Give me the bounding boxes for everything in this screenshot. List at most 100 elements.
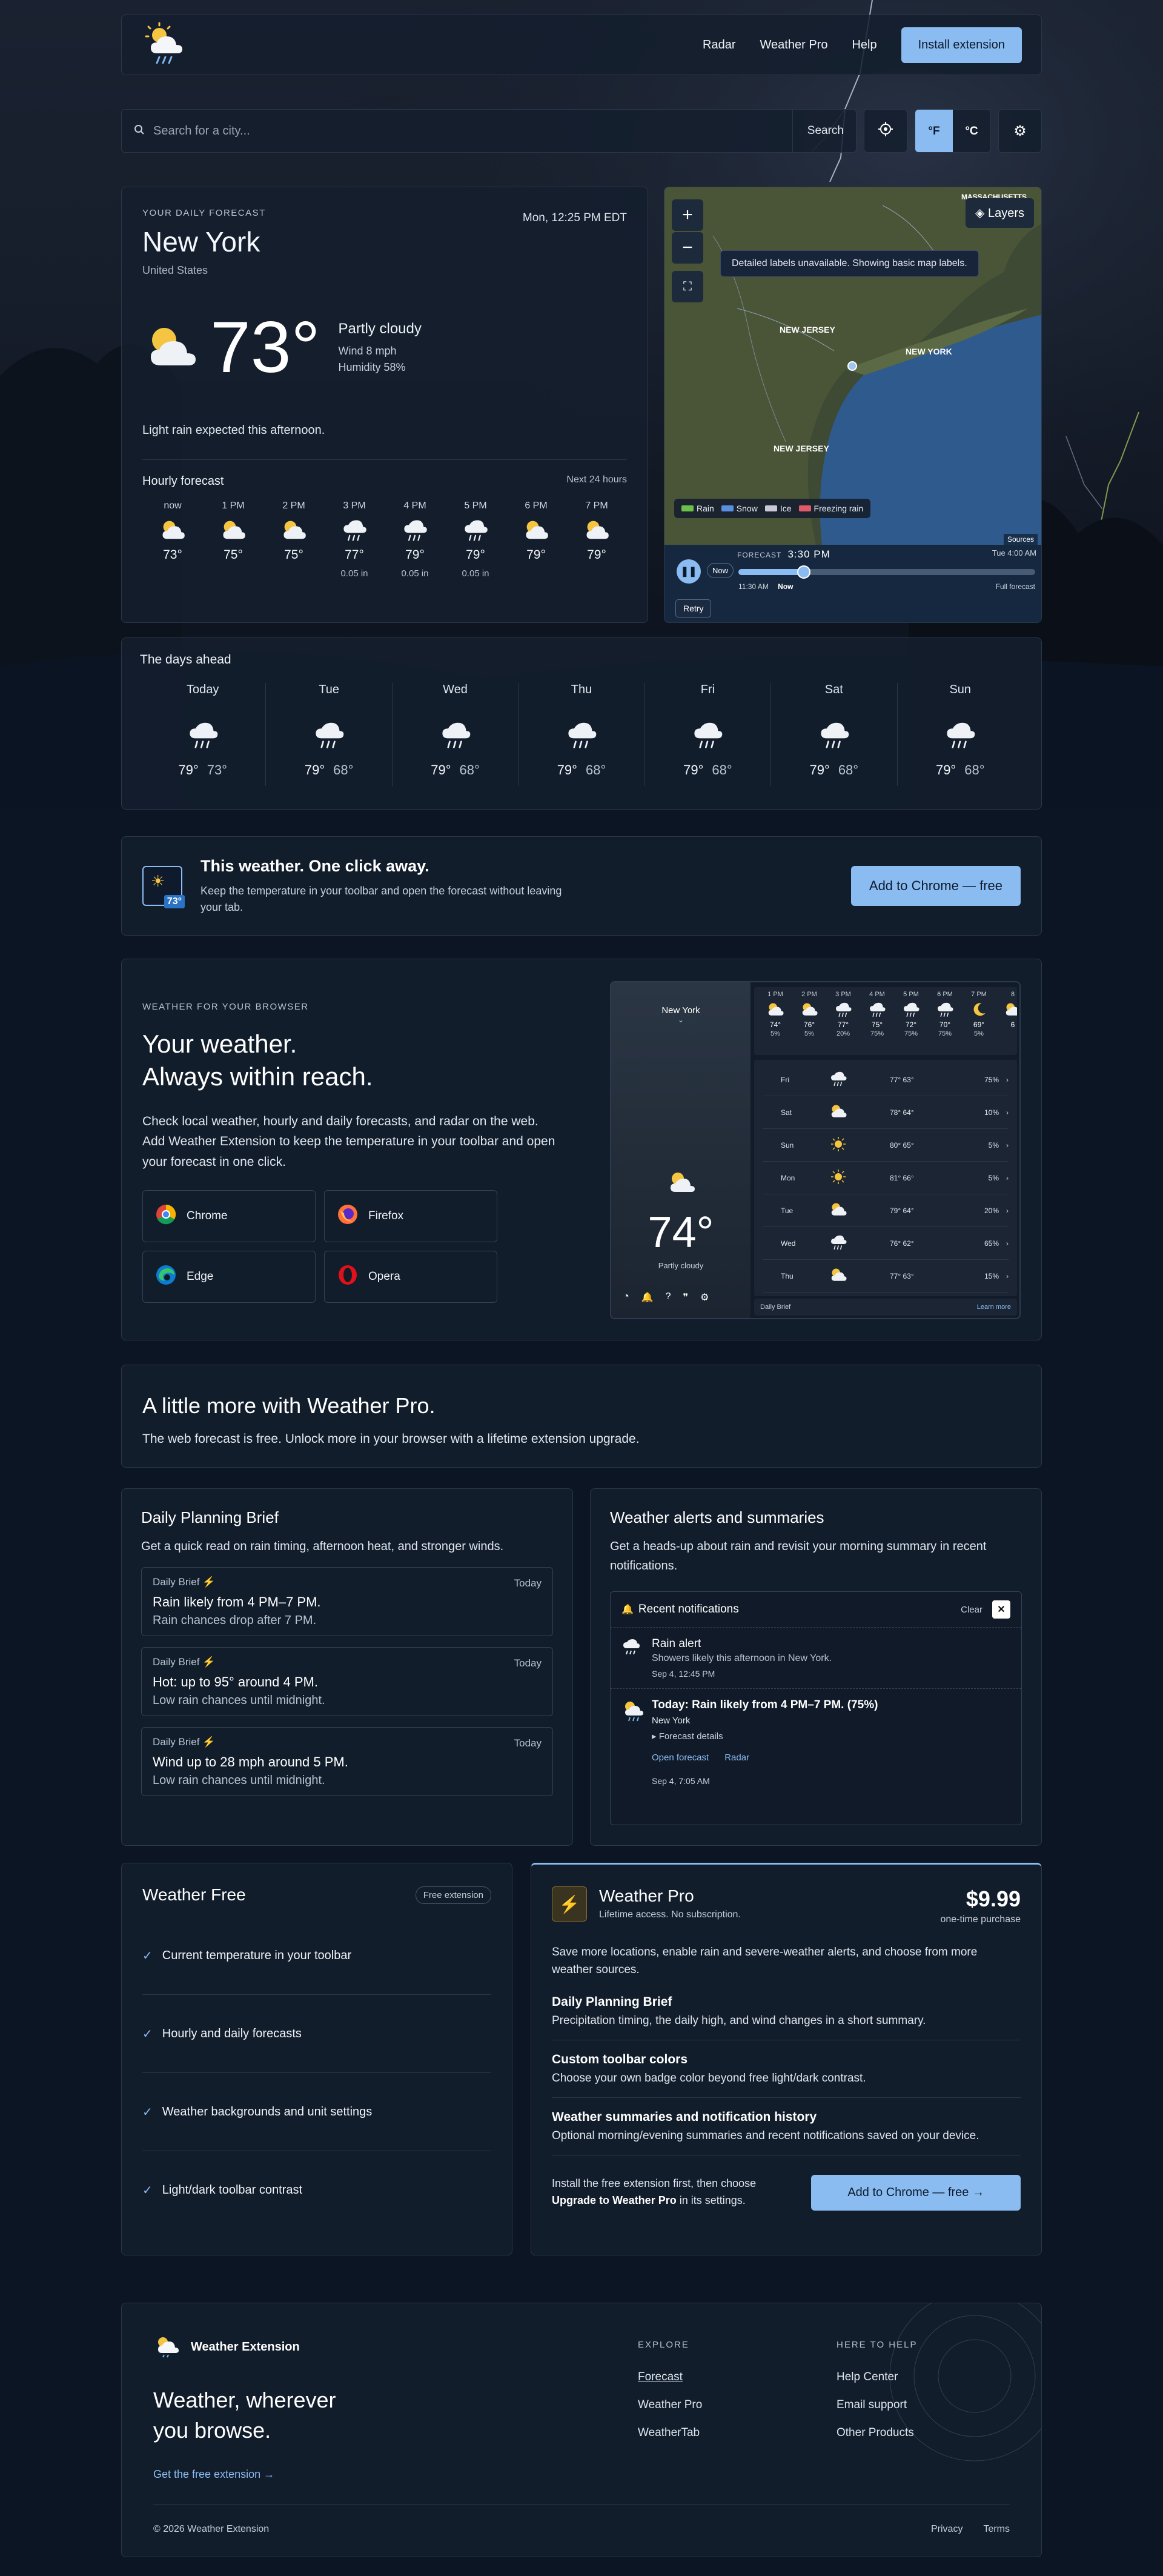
radar-link[interactable]: Radar [724,1752,749,1763]
full-forecast-link[interactable]: Full forecast [996,582,1035,591]
day-name: Wed [443,683,468,696]
preview-hour-precip: 5% [804,1030,814,1037]
locate-me-button[interactable] [864,109,907,153]
legend-label: Rain [697,504,714,513]
notification-rain-alert[interactable]: Rain alert Showers likely this afternoon… [611,1628,1021,1689]
check-icon: ✓ [142,2105,153,2119]
day-item[interactable]: Tue 79° 68° [266,683,393,786]
preview-day-name: Sat [781,1108,792,1117]
footer-link-help-center[interactable]: Help Center [837,2371,917,2384]
day-item[interactable]: Today 79° 73° [140,683,267,786]
day-item[interactable]: Wed 79° 68° [393,683,519,786]
wind-text: Wind 8 mph [338,345,397,357]
day-item[interactable]: Fri 79° 68° [645,683,772,786]
fullscreen-button[interactable]: ⛶ [672,271,703,302]
day-item[interactable]: Sat 79° 68° [771,683,898,786]
day-temps: 79° 68° [771,762,896,778]
preview-day[interactable]: Fri 77° 63° 75% › [763,1063,1009,1096]
preview-day[interactable]: Sun 80° 65° 5% › [763,1129,1009,1162]
pro-add-to-chrome-button[interactable]: Add to Chrome — free → [811,2174,1021,2211]
preview-day-temps: 80° 65° [890,1140,914,1150]
timeline-handle[interactable] [797,565,810,579]
current-temperature: 73° [210,307,320,388]
install-note-part-1: Install the free extension first, then c… [552,2177,757,2190]
preview-hour-temp: 72° [905,1020,917,1029]
footer-link-other-products[interactable]: Other Products [837,2426,917,2440]
settings-button[interactable]: ⚙ [998,109,1042,153]
unit-fahrenheit-button[interactable]: °F [915,110,953,152]
pause-button[interactable]: ❚❚ [677,559,701,584]
layers-button[interactable]: ◈ Layers [966,198,1034,228]
zoom-out-button[interactable]: − [672,232,703,264]
legend-item: Rain [681,504,714,513]
now-button[interactable]: Now [707,563,734,578]
legend-label: Freezing rain [813,504,864,513]
preview-day-precip: 5% [988,1173,999,1182]
legend-label: Snow [736,504,758,513]
alerts-card: Weather alerts and summaries Get a heads… [590,1488,1042,1846]
nav-radar[interactable]: Radar [703,38,735,52]
brief-tag-label: Daily Brief [153,1736,200,1748]
preview-hour-temp: 76° [803,1020,815,1029]
footer-link-forecast[interactable]: Forecast [638,2371,702,2384]
pro-price: $9.99 one-time purchase [940,1886,1021,1925]
preview-day-precip: 75% [984,1075,999,1084]
search-button[interactable]: Search [792,110,844,152]
preview-day[interactable]: Thu 77° 63° 15% › [763,1260,1009,1293]
chevron-right-icon: › [1006,1108,1009,1117]
preview-hour-temp: 70° [939,1020,951,1029]
radar-timeline: ❚❚ Now FORECAST 3:30 PM Tue 4:00 AM 11:3… [664,545,1041,622]
preview-left-pane: New York ⌄ 74° Partly cloudy ◔ 🔔? ❞ ⚙ [611,982,750,1318]
install-extension-button[interactable]: Install extension [901,27,1022,63]
clear-button[interactable]: Clear [961,1605,982,1615]
alerts-desc: Get a heads-up about rain and revisit yo… [610,1540,987,1573]
planning-brief-card: Daily Planning Brief Get a quick read on… [121,1488,573,1846]
preview-day-name: Fri [781,1075,789,1084]
extension-preview: New York ⌄ 74° Partly cloudy ◔ 🔔? ❞ ⚙ 1 PM 7… [610,981,1021,1319]
notification-daily-summary[interactable]: Today: Rain likely from 4 PM–7 PM. (75%)… [611,1689,1021,1796]
preview-day[interactable]: Tue 79° 64° 20% › [763,1194,1009,1227]
pro-plan-header: ⚡ Weather Pro Lifetime access. No subscr… [552,1886,1021,1925]
chrome-button[interactable]: Chrome [142,1190,316,1243]
zoom-in-button[interactable]: + [672,199,703,231]
opera-button[interactable]: Opera [324,1251,497,1303]
weather-logo-icon[interactable] [141,19,192,70]
quote-icon: ❞ [683,1293,689,1303]
daily-list: Today 79° 73° Tue 79° 68° Wed 79° 68° Thu 79° 68° Fr… [140,683,1023,786]
nav-help[interactable]: Help [852,38,876,52]
close-icon[interactable]: ✕ [992,1600,1010,1619]
add-to-chrome-button[interactable]: Add to Chrome — free [850,866,1021,906]
footer-link-email-support[interactable]: Email support [837,2398,917,2412]
hour-item: now 73° [142,501,203,579]
day-item[interactable]: Sun 79° 68° [898,683,1023,786]
timeline-track[interactable] [738,565,1035,579]
sun-icon [829,1135,890,1155]
preview-day[interactable]: Wed 76° 62° 65% › [763,1227,1009,1260]
partly-cloudy-icon [829,1266,890,1286]
day-item[interactable]: Thu 79° 68° [519,683,645,786]
open-forecast-link[interactable]: Open forecast [652,1752,709,1763]
brief-headline: Wind up to 28 mph around 5 PM. [153,1754,348,1769]
preview-day[interactable]: Sat 78° 64° 10% › [763,1096,1009,1129]
search-input[interactable]: Search for a city... [153,124,792,138]
day-name: Sun [949,683,972,696]
day-name: Fri [700,683,715,696]
chrome-label: Chrome [187,1210,228,1223]
firefox-button[interactable]: Firefox [324,1190,497,1243]
unit-celsius-button[interactable]: °C [953,110,990,152]
radar-map[interactable]: NEW JERSEY NEW YORK NEW JERSEY MASSACHUS… [664,187,1042,623]
forecast-details-toggle[interactable]: ▸ Forecast details [652,1731,878,1742]
footer-link-weathertab[interactable]: WeatherTab [638,2426,702,2440]
privacy-link[interactable]: Privacy [931,2524,963,2535]
terms-link[interactable]: Terms [983,2524,1010,2535]
sources-link[interactable]: Sources [1003,534,1038,545]
nav-weather-pro[interactable]: Weather Pro [760,38,828,52]
retry-button[interactable]: Retry [675,599,712,617]
timeline-progress [738,569,804,575]
rain-icon [828,1000,858,1020]
preview-day[interactable]: Mon 81° 66° 5% › [763,1162,1009,1194]
footer-brand-name: Weather Extension [191,2340,300,2354]
footer-cta-link[interactable]: Get the free extension → [153,2468,1010,2481]
footer-link-weather-pro[interactable]: Weather Pro [638,2398,702,2412]
edge-button[interactable]: Edge [142,1251,316,1303]
